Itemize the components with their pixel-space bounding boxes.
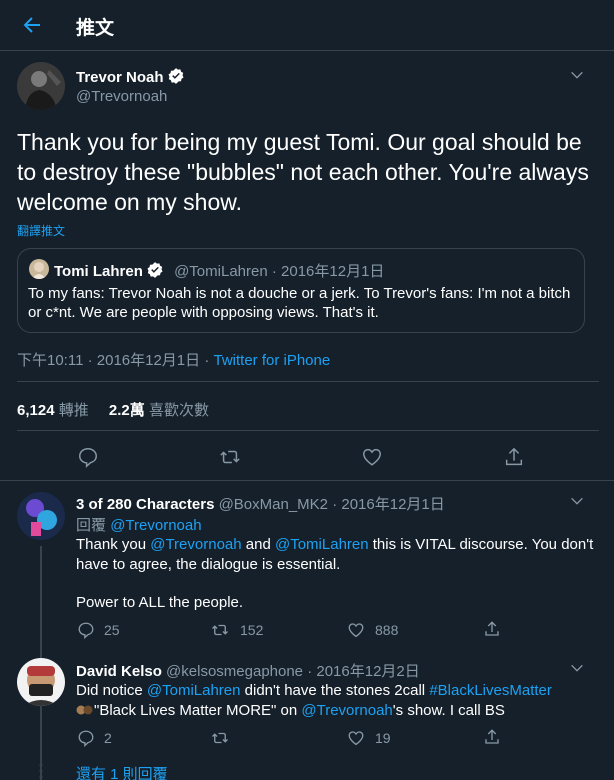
reply-2-avatar[interactable] [17, 658, 65, 706]
reply-icon[interactable] [77, 621, 95, 639]
share-icon[interactable] [483, 620, 501, 638]
page-title: 推文 [76, 18, 115, 39]
reply-text-part: didn't have the stones 2call [240, 682, 430, 699]
quoted-author-name: Tomi Lahren [54, 263, 143, 280]
retweet-icon[interactable] [219, 446, 241, 468]
likes-count: 2.2萬 [108, 402, 145, 419]
thread-dots [38, 762, 46, 780]
reply-text-part: "Black Lives Matter MORE" on [94, 702, 302, 719]
verified-badge-icon [146, 261, 164, 279]
reply-1-author-name[interactable]: 3 of 280 Characters [76, 496, 214, 513]
chevron-down-icon[interactable] [569, 67, 585, 83]
trevor-avatar[interactable] [17, 62, 65, 110]
divider [0, 480, 614, 481]
translate-tweet-link[interactable]: 翻譯推文 [17, 222, 65, 239]
reply-1-replying-to: 回覆 @Trevornoah [76, 514, 202, 535]
mention-link[interactable]: @Trevornoah [150, 536, 241, 553]
quoted-author-row: Tomi Lahren @TomiLahren · 2016年12月1日 [54, 260, 384, 281]
tweet-text: Thank you for being my guest Tomi. Our g… [17, 129, 589, 215]
hashtag-link[interactable]: #BlackLivesMatter [429, 682, 552, 699]
quoted-date: · 2016年12月1日 [271, 263, 385, 280]
replying-mention[interactable]: @Trevornoah [110, 517, 201, 534]
share-icon[interactable] [483, 728, 501, 746]
reply-text-part: 's show. I call BS [392, 702, 505, 719]
like-icon[interactable] [361, 446, 383, 468]
reply-icon[interactable] [77, 446, 99, 468]
mention-link[interactable]: @TomiLahren [147, 682, 241, 699]
source-link[interactable]: Twitter for iPhone [213, 352, 330, 369]
reply-text-part: and [241, 536, 275, 553]
top-header: 推文 [0, 0, 614, 51]
chevron-down-icon[interactable] [569, 660, 585, 676]
engagement-stats: 6,124 轉推 2.2萬 喜歡次數 [17, 399, 209, 420]
reply-1-text-2: Power to ALL the people. [76, 594, 244, 611]
show-more-replies-link[interactable]: 還有 1 則回覆 [76, 763, 168, 780]
author-handle[interactable]: @Trevornoah [76, 88, 167, 105]
like-count: 19 [375, 730, 391, 746]
reply-2-text: Did notice @TomiLahren didn't have the s… [76, 681, 601, 721]
tomi-avatar [29, 259, 49, 279]
reply-1-date[interactable]: · 2016年12月1日 [332, 496, 445, 513]
reply-1-avatar[interactable] [17, 492, 65, 540]
reply-2-author-name[interactable]: David Kelso [76, 663, 162, 680]
share-icon[interactable] [503, 446, 525, 468]
reply-2-date[interactable]: · 2016年12月2日 [307, 663, 420, 680]
like-icon[interactable] [347, 729, 365, 747]
author-name[interactable]: Trevor Noah [76, 69, 164, 86]
verified-badge-icon [167, 67, 185, 85]
reply-2-author-handle[interactable]: @kelsosmegaphone [166, 663, 303, 680]
reply-1-text: Thank you @Trevornoah and @TomiLahren th… [76, 535, 596, 575]
divider [17, 430, 599, 431]
reply-count: 25 [104, 622, 120, 638]
reply-1-header: 3 of 280 Characters @BoxMan_MK2 · 2016年1… [76, 493, 445, 514]
back-arrow-icon[interactable] [20, 13, 44, 37]
reply-1-author-handle[interactable]: @BoxMan_MK2 [219, 496, 328, 513]
retweets-label: 轉推 [58, 402, 89, 419]
timestamp[interactable]: 下午10:11 · 2016年12月1日 · [17, 352, 213, 369]
like-icon[interactable] [347, 621, 365, 639]
mention-link[interactable]: @TomiLahren [275, 536, 369, 553]
reply-icon[interactable] [77, 729, 95, 747]
quoted-tweet[interactable]: Tomi Lahren @TomiLahren · 2016年12月1日 To … [17, 248, 585, 333]
reply-2-header: David Kelso @kelsosmegaphone · 2016年12月2… [76, 660, 420, 681]
divider [17, 381, 599, 382]
chevron-down-icon[interactable] [569, 493, 585, 509]
retweets-stat[interactable]: 6,124 轉推 [17, 402, 89, 419]
author-name-row[interactable]: Trevor Noah [76, 67, 185, 86]
quoted-author-handle: @TomiLahren [174, 263, 268, 280]
replying-label: 回覆 [76, 517, 107, 534]
retweet-icon[interactable] [211, 621, 229, 639]
reply-text-part: Thank you [76, 536, 151, 553]
retweet-count: 152 [240, 622, 264, 638]
quoted-text: To my fans: Trevor Noah is not a douche … [28, 285, 571, 321]
fist-emoji-icon [76, 703, 94, 717]
reply-count: 2 [104, 730, 112, 746]
reply-text-part: Did notice [76, 682, 147, 699]
likes-stat[interactable]: 2.2萬 喜歡次數 [109, 402, 209, 419]
mention-link[interactable]: @Trevornoah [301, 702, 392, 719]
timestamp-row: 下午10:11 · 2016年12月1日 · Twitter for iPhon… [17, 349, 330, 370]
retweet-icon[interactable] [211, 729, 229, 747]
like-count: 888 [375, 622, 399, 638]
retweets-count: 6,124 [17, 402, 55, 419]
likes-label: 喜歡次數 [148, 402, 209, 419]
